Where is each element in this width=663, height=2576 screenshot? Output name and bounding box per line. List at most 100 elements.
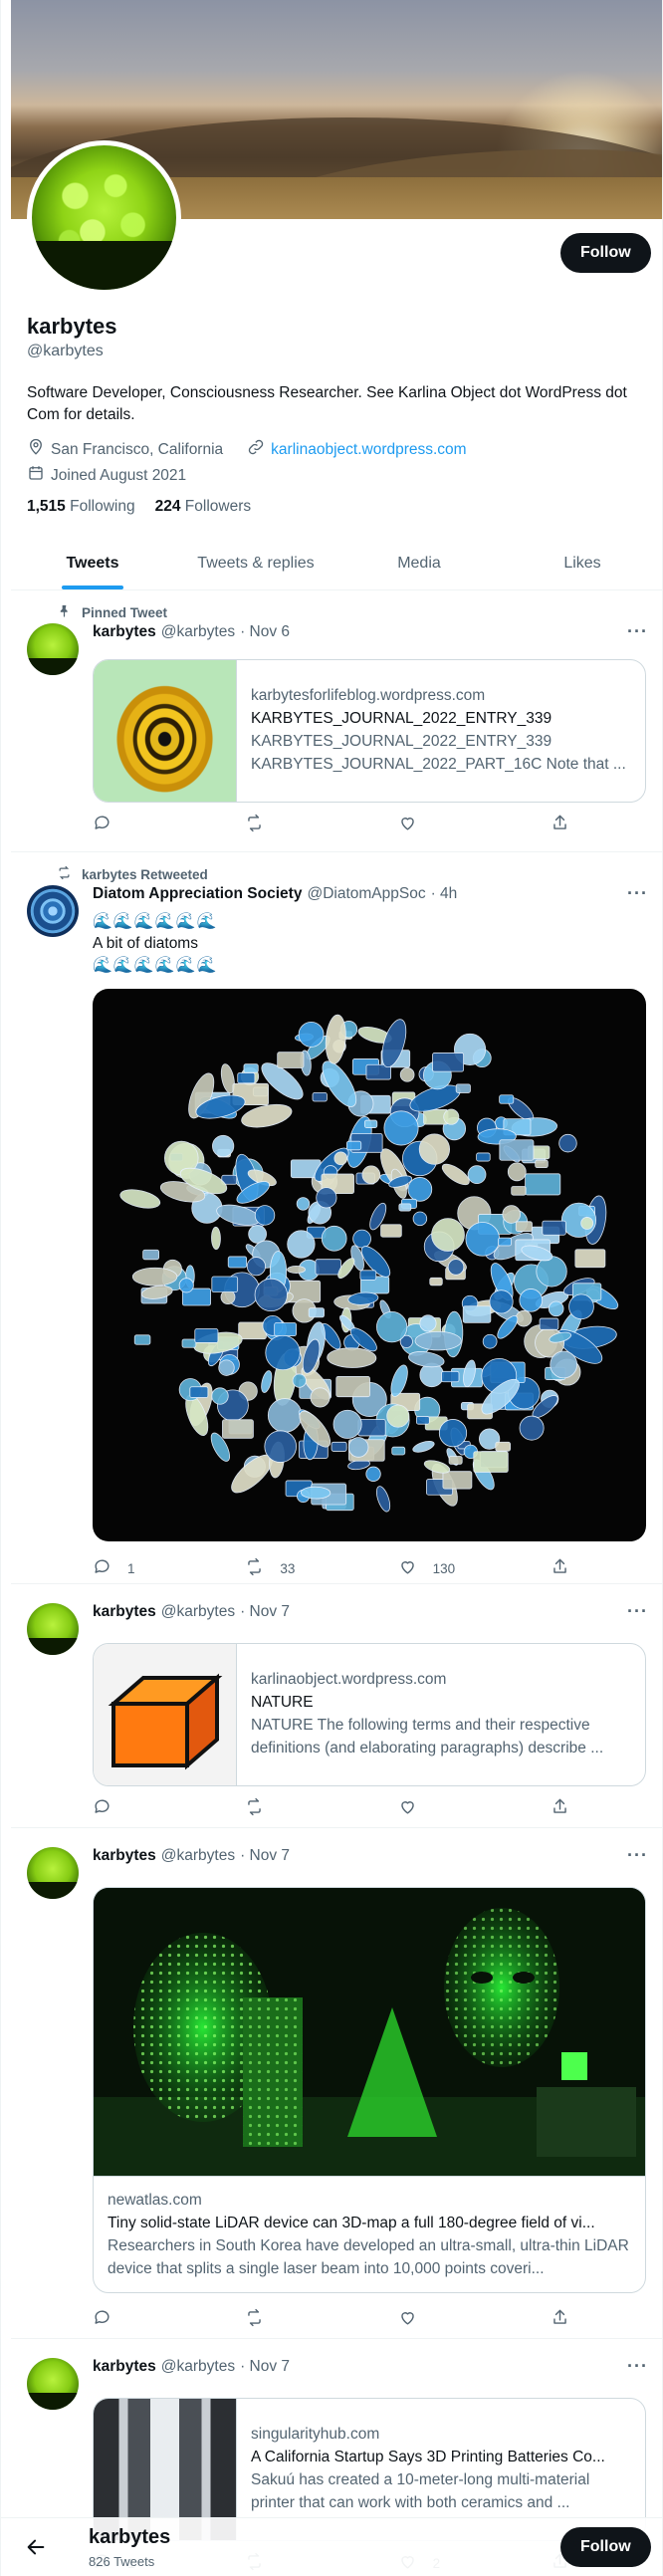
website-link[interactable]: karlinaobject.wordpress.com [271,441,466,459]
tab-tweets[interactable]: Tweets [11,538,174,589]
profile-meta: San Francisco, California karlinaobject.… [27,438,467,461]
profile-avatar[interactable] [27,140,181,295]
diatom-shape [345,1140,362,1151]
diatom-shape [375,1486,391,1513]
follow-button[interactable]: Follow [560,233,651,273]
diatom-shape [515,1221,533,1232]
tweet-retweet[interactable]: karbytes Retweeted Diatom Appreciation S… [11,853,662,1584]
followers-stat[interactable]: 224 Followers [155,498,252,516]
diatom-shape [310,1387,331,1408]
diatom-shape [431,1218,465,1252]
avatar[interactable] [27,1847,79,1899]
diatom-shape [277,1052,305,1068]
share-button[interactable] [551,1796,570,1820]
back-arrow-icon[interactable] [25,2536,47,2558]
author-name[interactable]: karbytes [93,2358,156,2376]
avatar[interactable] [27,1603,79,1655]
diatom-shape [499,1139,535,1161]
tab-media[interactable]: Media [337,538,501,589]
like-button[interactable]: 130 [398,1556,468,1580]
author-name[interactable]: Diatom Appreciation Society [93,885,302,903]
retweet-icon [245,1797,264,1819]
diatom-shape [321,1225,347,1252]
retweet-button[interactable] [245,813,315,836]
tweet-date[interactable]: · Nov 7 [240,1847,290,1865]
tweet-date[interactable]: · 4h [431,885,458,903]
more-options-icon[interactable]: ··· [627,621,648,642]
more-options-icon[interactable]: ··· [627,883,648,904]
diatom-shape [296,1197,311,1211]
author-handle[interactable]: @DiatomAppSoc [307,885,425,903]
tweet-pinned[interactable]: Pinned Tweet karbytes @karbytes · Nov 6 … [11,591,662,852]
diatoms-image [119,1014,619,1513]
tab-likes[interactable]: Likes [501,538,662,589]
like-button[interactable] [398,813,468,836]
diatom-shape [391,1446,406,1456]
diatom-shape [211,1226,221,1251]
more-options-icon[interactable]: ··· [627,1601,648,1622]
profile-tabs: Tweets Tweets & replies Media Likes [11,538,662,590]
joined-date: Joined August 2021 [51,466,187,484]
share-button[interactable] [551,1556,570,1580]
author-handle[interactable]: @karbytes [161,1603,235,1621]
author-handle[interactable]: @karbytes [161,623,235,641]
following-stat[interactable]: 1,515 Following [27,498,135,516]
reply-icon [93,1797,111,1819]
diatom-shape [357,1419,386,1437]
diatom-shape [441,1163,470,1186]
link-card[interactable]: karbytesforlifeblog.wordpress.com KARBYT… [93,659,646,803]
diatom-shape [267,1398,303,1433]
tab-tweets-replies[interactable]: Tweets & replies [174,538,337,589]
more-options-icon[interactable]: ··· [627,1845,648,1866]
heart-icon [398,814,417,835]
retweet-button[interactable]: 33 [245,1556,315,1580]
tweet-actions [93,813,570,836]
like-count: 130 [432,1560,456,1576]
tweet-header: Diatom Appreciation Society @DiatomAppSo… [93,885,457,903]
heart-icon [398,2308,417,2330]
avatar[interactable] [27,2358,79,2410]
like-button[interactable] [398,2307,468,2331]
diatom-shape [580,1217,594,1230]
link-card-domain: singularityhub.com [251,2426,380,2443]
tweet-date[interactable]: · Nov 7 [240,2358,290,2376]
tweet-date[interactable]: · Nov 6 [240,623,290,641]
diatom-shape [194,1328,219,1343]
diatom-shape [539,1317,559,1330]
tweet[interactable]: karbytes @karbytes · Nov 7 ··· karlinaob… [11,1585,662,1828]
link-card[interactable]: newatlas.com Tiny solid-state LiDAR devi… [93,1887,646,2293]
diatom-shape [238,1321,267,1340]
reply-button[interactable] [93,1796,162,1820]
author-name[interactable]: karbytes [93,623,156,641]
website[interactable]: karlinaobject.wordpress.com [247,438,467,461]
diatom-shape [325,1014,346,1064]
retweet-button[interactable] [245,1796,315,1820]
reply-count: 1 [127,1560,135,1576]
more-options-icon[interactable]: ··· [627,2356,648,2377]
reply-button[interactable]: 1 [93,1556,162,1580]
retweet-button[interactable] [245,2307,315,2331]
reply-button[interactable] [93,813,162,836]
author-name[interactable]: karbytes [93,1603,156,1621]
share-button[interactable] [551,813,570,836]
diatom-shape [178,1278,194,1293]
tweet-date[interactable]: · Nov 7 [240,1603,290,1621]
follow-button[interactable]: Follow [560,2527,651,2567]
reply-button[interactable] [93,2307,162,2331]
author-handle[interactable]: @karbytes [161,1847,235,1865]
link-card-description: KARBYTES_JOURNAL_2022_ENTRY_339 KARBYTES… [251,733,626,773]
author-name[interactable]: karbytes [93,1847,156,1865]
share-icon [551,1557,569,1579]
diatom-shape [248,1225,267,1244]
avatar[interactable] [27,623,79,675]
diatom-shape [383,1110,419,1146]
tweet[interactable]: karbytes @karbytes · Nov 7 ··· newatlas.… [11,1829,662,2339]
tweet-image[interactable] [93,989,646,1541]
link-card[interactable]: karlinaobject.wordpress.com NATURE NATUR… [93,1643,646,1786]
share-button[interactable] [551,2307,570,2331]
follow-stats: 1,515 Following 224 Followers [27,498,251,516]
author-handle[interactable]: @karbytes [161,2358,235,2376]
like-button[interactable] [398,1796,468,1820]
avatar[interactable] [27,885,79,937]
profile-bio: Software Developer, Consciousness Resear… [27,384,627,423]
